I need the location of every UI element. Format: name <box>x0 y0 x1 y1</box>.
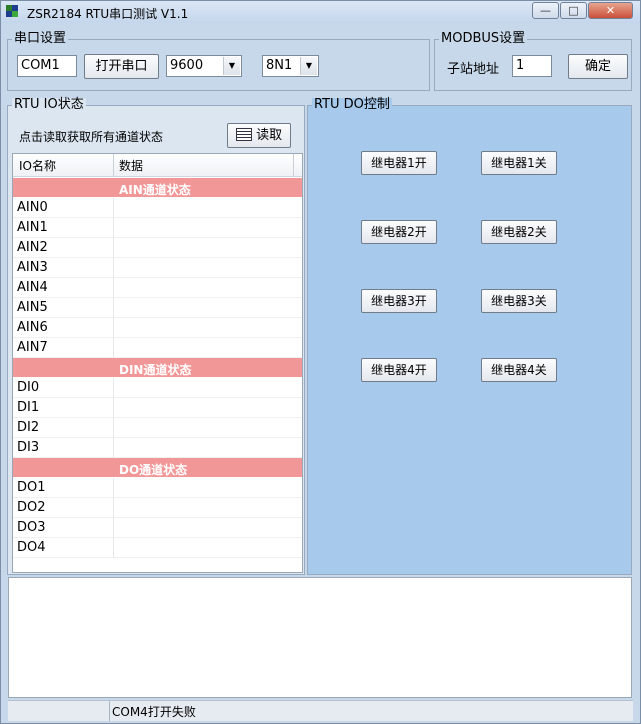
column-io-name[interactable]: IO名称 <box>19 157 56 174</box>
baud-value: 9600 <box>170 58 204 73</box>
io-data-cell: DIN通道状态 <box>119 363 192 377</box>
slave-address-field[interactable]: 1 <box>512 55 552 77</box>
column-data[interactable]: 数据 <box>119 157 143 174</box>
table-icon <box>235 128 252 141</box>
app-icon <box>6 5 20 19</box>
io-name-cell: AIN0 <box>17 200 48 215</box>
chevron-down-icon[interactable]: ▼ <box>223 57 240 75</box>
confirm-button[interactable]: 确定 <box>568 54 628 79</box>
port-field[interactable]: COM1 <box>17 55 77 77</box>
relay-3-on-button[interactable]: 继电器3开 <box>361 289 437 313</box>
table-row[interactable]: AIN3 <box>13 258 302 278</box>
relay-2-off-button[interactable]: 继电器2关 <box>481 220 557 244</box>
relay-4-off-button[interactable]: 继电器4关 <box>481 358 557 382</box>
io-name-cell: AIN4 <box>17 280 48 295</box>
io-name-cell: DI1 <box>17 400 40 415</box>
io-name-cell: DO2 <box>17 500 46 515</box>
section-row[interactable]: DO通道状态 <box>13 458 302 478</box>
status-message: COM4打开失败 <box>112 705 196 719</box>
table-row[interactable]: DI2 <box>13 418 302 438</box>
open-port-button[interactable]: 打开串口 <box>84 54 159 79</box>
relay-2-on-button[interactable]: 继电器2开 <box>361 220 437 244</box>
io-name-cell: AIN7 <box>17 340 48 355</box>
modbus-settings-label: MODBUS设置 <box>439 31 528 46</box>
io-name-cell: AIN5 <box>17 300 48 315</box>
io-name-cell: DI2 <box>17 420 40 435</box>
read-button[interactable]: 读取 <box>227 123 291 148</box>
table-header: IO名称 数据 <box>13 154 302 177</box>
io-name-cell: AIN2 <box>17 240 48 255</box>
serial-settings-label: 串口设置 <box>12 31 69 46</box>
io-data-cell: AIN通道状态 <box>119 183 191 197</box>
format-select[interactable]: 8N1 ▼ <box>262 55 319 77</box>
relay-3-off-button[interactable]: 继电器3关 <box>481 289 557 313</box>
io-data-cell: DO通道状态 <box>119 463 188 477</box>
table-row[interactable]: DO1 <box>13 478 302 498</box>
section-row[interactable]: AIN通道状态 <box>13 178 302 198</box>
io-name-cell: AIN1 <box>17 220 48 235</box>
io-name-cell: DI0 <box>17 380 40 395</box>
table-row[interactable]: AIN6 <box>13 318 302 338</box>
table-row[interactable]: DO4 <box>13 538 302 558</box>
chevron-down-icon[interactable]: ▼ <box>300 57 317 75</box>
io-name-cell: DO3 <box>17 520 46 535</box>
log-area[interactable] <box>8 577 632 698</box>
table-row[interactable]: AIN7 <box>13 338 302 358</box>
table-row[interactable]: AIN1 <box>13 218 302 238</box>
maximize-button[interactable]: □ <box>560 2 587 19</box>
table-row[interactable]: DO2 <box>13 498 302 518</box>
table-row[interactable]: AIN5 <box>13 298 302 318</box>
read-label: 读取 <box>256 128 283 143</box>
status-bar: COM4打开失败 <box>8 700 633 721</box>
io-name-cell: DI3 <box>17 440 40 455</box>
baud-select[interactable]: 9600 ▼ <box>166 55 242 77</box>
do-control-label: RTU DO控制 <box>312 97 392 112</box>
table-row[interactable]: AIN4 <box>13 278 302 298</box>
window-title: ZSR2184 RTU串口测试 V1.1 <box>27 7 189 21</box>
io-name-cell: AIN6 <box>17 320 48 335</box>
relay-4-on-button[interactable]: 继电器4开 <box>361 358 437 382</box>
table-row[interactable]: DI1 <box>13 398 302 418</box>
relay-1-off-button[interactable]: 继电器1关 <box>481 151 557 175</box>
io-table[interactable]: IO名称 数据 AIN通道状态 AIN0 AIN1 AIN2 AIN3 AIN4 AIN5 A… <box>12 153 303 573</box>
read-hint: 点击读取获取所有通道状态 <box>19 130 164 144</box>
title-bar[interactable]: ZSR2184 RTU串口测试 V1.1 — □ ✕ <box>1 1 640 23</box>
table-row[interactable]: DI0 <box>13 378 302 398</box>
format-value: 8N1 <box>266 58 293 73</box>
main-window: ZSR2184 RTU串口测试 V1.1 — □ ✕ 串口设置 COM1 打开串… <box>0 0 641 724</box>
io-name-cell: DO1 <box>17 480 46 495</box>
close-button[interactable]: ✕ <box>588 2 633 19</box>
io-name-cell: AIN3 <box>17 260 48 275</box>
io-status-label: RTU IO状态 <box>12 97 86 112</box>
slave-address-label: 子站地址 <box>447 62 500 77</box>
table-row[interactable]: AIN2 <box>13 238 302 258</box>
do-control-group: RTU DO控制 <box>307 98 632 575</box>
minimize-button[interactable]: — <box>532 2 559 19</box>
io-name-cell: DO4 <box>17 540 46 555</box>
relay-1-on-button[interactable]: 继电器1开 <box>361 151 437 175</box>
table-row[interactable]: AIN0 <box>13 198 302 218</box>
section-row[interactable]: DIN通道状态 <box>13 358 302 378</box>
table-row[interactable]: DO3 <box>13 518 302 538</box>
table-row[interactable]: DI3 <box>13 438 302 458</box>
